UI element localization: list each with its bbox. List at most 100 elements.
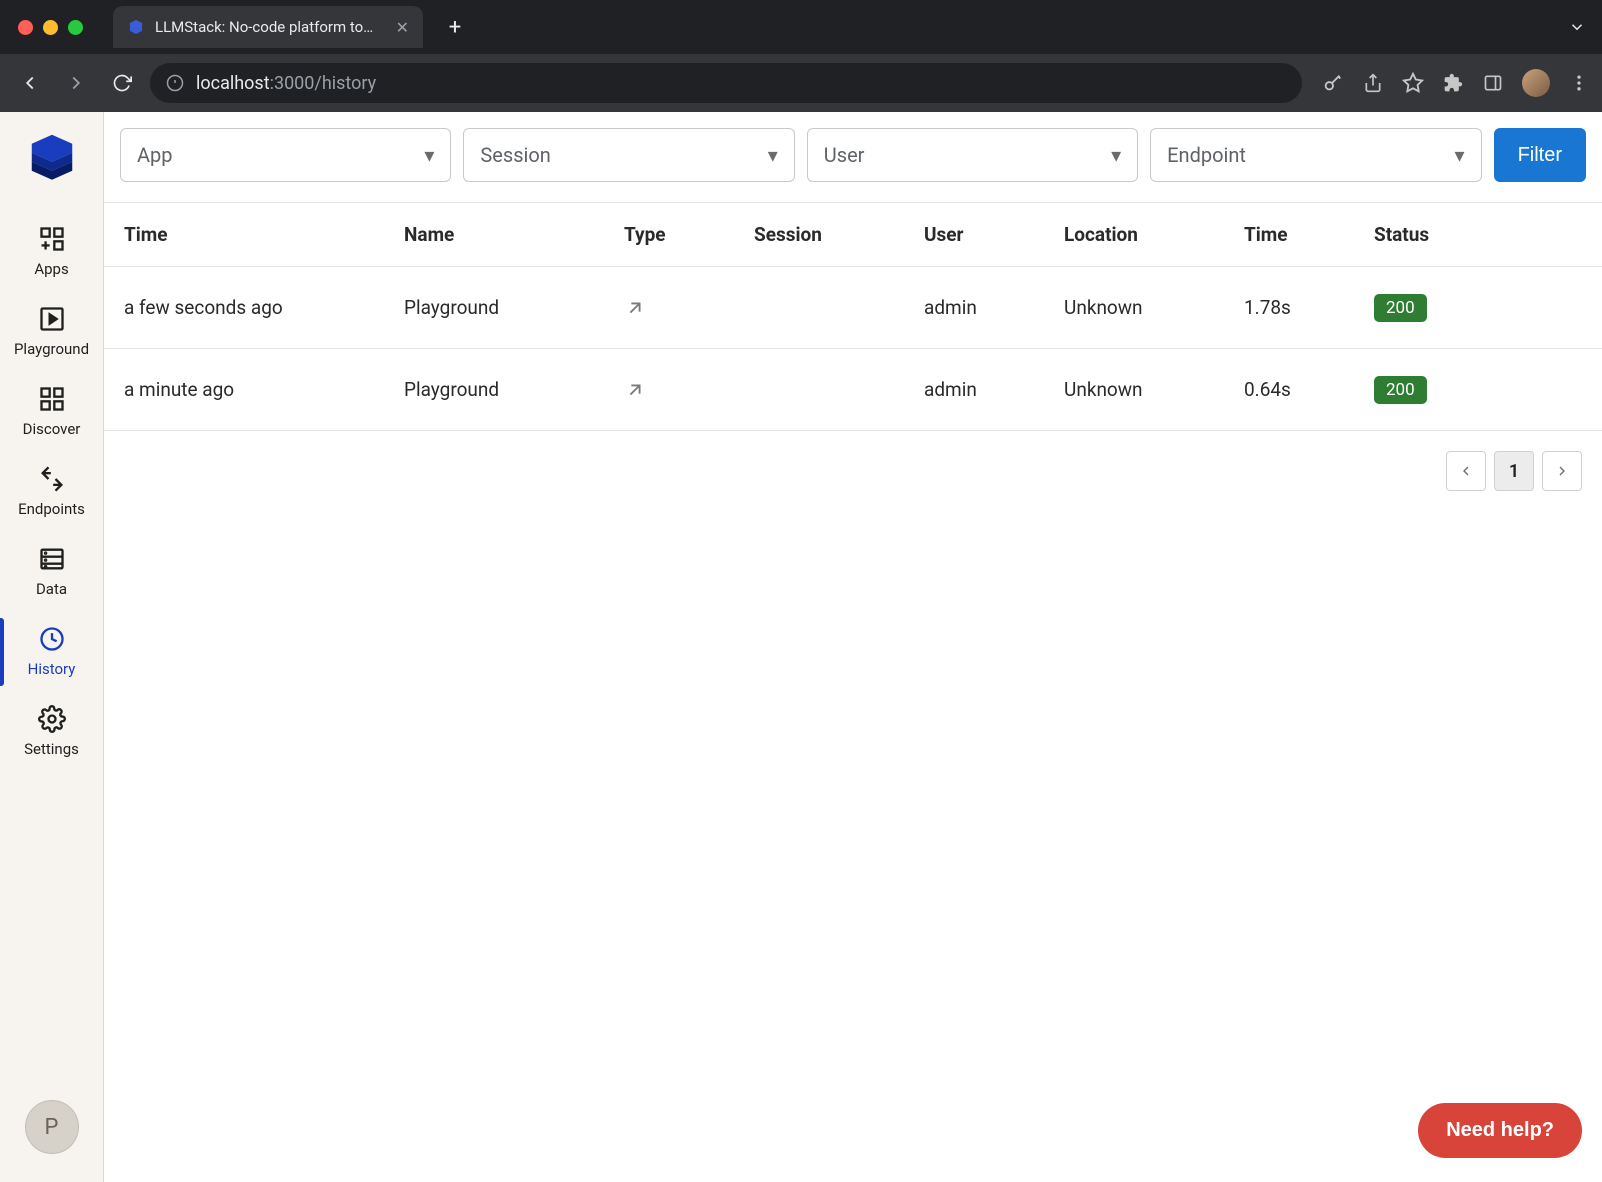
forward-button[interactable] (58, 65, 94, 101)
database-icon (37, 544, 67, 574)
sidebar-item-data[interactable]: Data (0, 532, 103, 612)
window-maximize-button[interactable] (68, 20, 83, 35)
filter-app-label: App (137, 143, 173, 167)
status-badge: 200 (1374, 376, 1427, 404)
sidebar-item-discover[interactable]: Discover (0, 372, 103, 452)
tab-bar: LLMStack: No-code platform to… ✕ + (0, 0, 1602, 54)
filters-row: App ▾ Session ▾ User ▾ Endpoint ▾ Filter (104, 112, 1602, 202)
filter-session-select[interactable]: Session ▾ (463, 128, 794, 182)
reload-button[interactable] (104, 65, 140, 101)
tab-close-icon[interactable]: ✕ (396, 18, 409, 37)
history-icon (37, 624, 67, 654)
table-row[interactable]: a minute ago Playground admin Unknown 0.… (104, 349, 1602, 431)
col-session: Session (754, 223, 924, 246)
user-initial: P (45, 1115, 59, 1140)
cell-location: Unknown (1064, 296, 1244, 319)
cell-duration: 1.78s (1244, 296, 1374, 319)
filter-user-label: User (824, 143, 865, 167)
filter-endpoint-label: Endpoint (1167, 143, 1246, 167)
browser-tab[interactable]: LLMStack: No-code platform to… ✕ (113, 6, 423, 48)
url-path: /history (314, 73, 376, 94)
url-port: :3000 (270, 73, 315, 94)
filter-endpoint-select[interactable]: Endpoint ▾ (1150, 128, 1481, 182)
pagination: 1 (104, 431, 1602, 491)
sidebar-item-apps[interactable]: Apps (0, 212, 103, 292)
cell-user: admin (924, 378, 1064, 401)
external-link-icon (624, 297, 754, 319)
cell-name: Playground (404, 378, 624, 401)
col-duration: Time (1244, 223, 1374, 246)
page-prev-button[interactable] (1446, 451, 1486, 491)
app-area: Apps Playground Discover Endpoints Data (0, 112, 1602, 1182)
chevron-down-icon: ▾ (1455, 143, 1465, 167)
tab-title: LLMStack: No-code platform to… (155, 18, 386, 36)
filter-app-select[interactable]: App ▾ (120, 128, 451, 182)
filter-session-label: Session (480, 143, 550, 167)
user-avatar[interactable]: P (25, 1100, 79, 1154)
url-bar[interactable]: localhost:3000/history (150, 63, 1302, 103)
extensions-icon[interactable] (1442, 72, 1464, 94)
col-location: Location (1064, 223, 1244, 246)
cell-user: admin (924, 296, 1064, 319)
col-status: Status (1374, 223, 1494, 246)
window-close-button[interactable] (18, 20, 33, 35)
endpoint-icon (37, 464, 67, 494)
tab-favicon-icon (127, 18, 145, 36)
page-next-button[interactable] (1542, 451, 1582, 491)
back-button[interactable] (12, 65, 48, 101)
filter-user-select[interactable]: User ▾ (807, 128, 1138, 182)
col-user: User (924, 223, 1064, 246)
window-controls (18, 20, 83, 35)
sidebar-item-endpoints[interactable]: Endpoints (0, 452, 103, 532)
cell-duration: 0.64s (1244, 378, 1374, 401)
sidebar-item-label: Settings (24, 740, 79, 758)
table-row[interactable]: a few seconds ago Playground admin Unkno… (104, 267, 1602, 349)
sidebar-item-settings[interactable]: Settings (0, 692, 103, 772)
sidebar-item-label: Endpoints (18, 500, 85, 518)
site-info-icon[interactable] (166, 74, 184, 92)
external-link-icon (624, 379, 754, 401)
chevron-down-icon: ▾ (768, 143, 778, 167)
col-type: Type (624, 223, 754, 246)
play-icon (37, 304, 67, 334)
bookmark-star-icon[interactable] (1402, 72, 1424, 94)
sidebar-item-label: Apps (34, 260, 68, 278)
app-logo-icon[interactable] (23, 126, 81, 184)
need-help-button[interactable]: Need help? (1418, 1103, 1582, 1158)
cell-location: Unknown (1064, 378, 1244, 401)
cell-time-rel: a few seconds ago (124, 296, 404, 319)
page-1-button[interactable]: 1 (1494, 451, 1534, 491)
browser-chrome: LLMStack: No-code platform to… ✕ + local… (0, 0, 1602, 112)
filter-button[interactable]: Filter (1494, 128, 1586, 182)
window-minimize-button[interactable] (43, 20, 58, 35)
share-icon[interactable] (1362, 72, 1384, 94)
sidebar-item-label: Playground (14, 340, 89, 358)
password-key-icon[interactable] (1322, 72, 1344, 94)
cell-status: 200 (1374, 376, 1494, 404)
history-table: Time Name Type Session User Location Tim… (104, 202, 1602, 431)
cell-time-rel: a minute ago (124, 378, 404, 401)
sidebar-item-label: Discover (23, 420, 81, 438)
sidebar-item-label: Data (36, 580, 67, 598)
sidebar-item-history[interactable]: History (0, 612, 103, 692)
cell-name: Playground (404, 296, 624, 319)
sidebar: Apps Playground Discover Endpoints Data (0, 112, 104, 1182)
new-tab-button[interactable]: + (437, 9, 473, 45)
sidebar-item-playground[interactable]: Playground (0, 292, 103, 372)
chevron-down-icon: ▾ (1111, 143, 1121, 167)
grid-icon (37, 384, 67, 414)
sidebar-item-label: History (28, 660, 76, 678)
cell-status: 200 (1374, 294, 1494, 322)
menu-kebab-icon[interactable] (1568, 72, 1590, 94)
status-badge: 200 (1374, 294, 1427, 322)
chevron-down-icon: ▾ (424, 143, 434, 167)
table-header-row: Time Name Type Session User Location Tim… (104, 203, 1602, 267)
col-name: Name (404, 223, 624, 246)
sidepanel-icon[interactable] (1482, 72, 1504, 94)
toolbar-right (1322, 69, 1590, 97)
apps-icon (37, 224, 67, 254)
profile-avatar[interactable] (1522, 69, 1550, 97)
gear-icon (37, 704, 67, 734)
address-bar: localhost:3000/history (0, 54, 1602, 112)
tabs-dropdown-icon[interactable] (1568, 18, 1586, 36)
